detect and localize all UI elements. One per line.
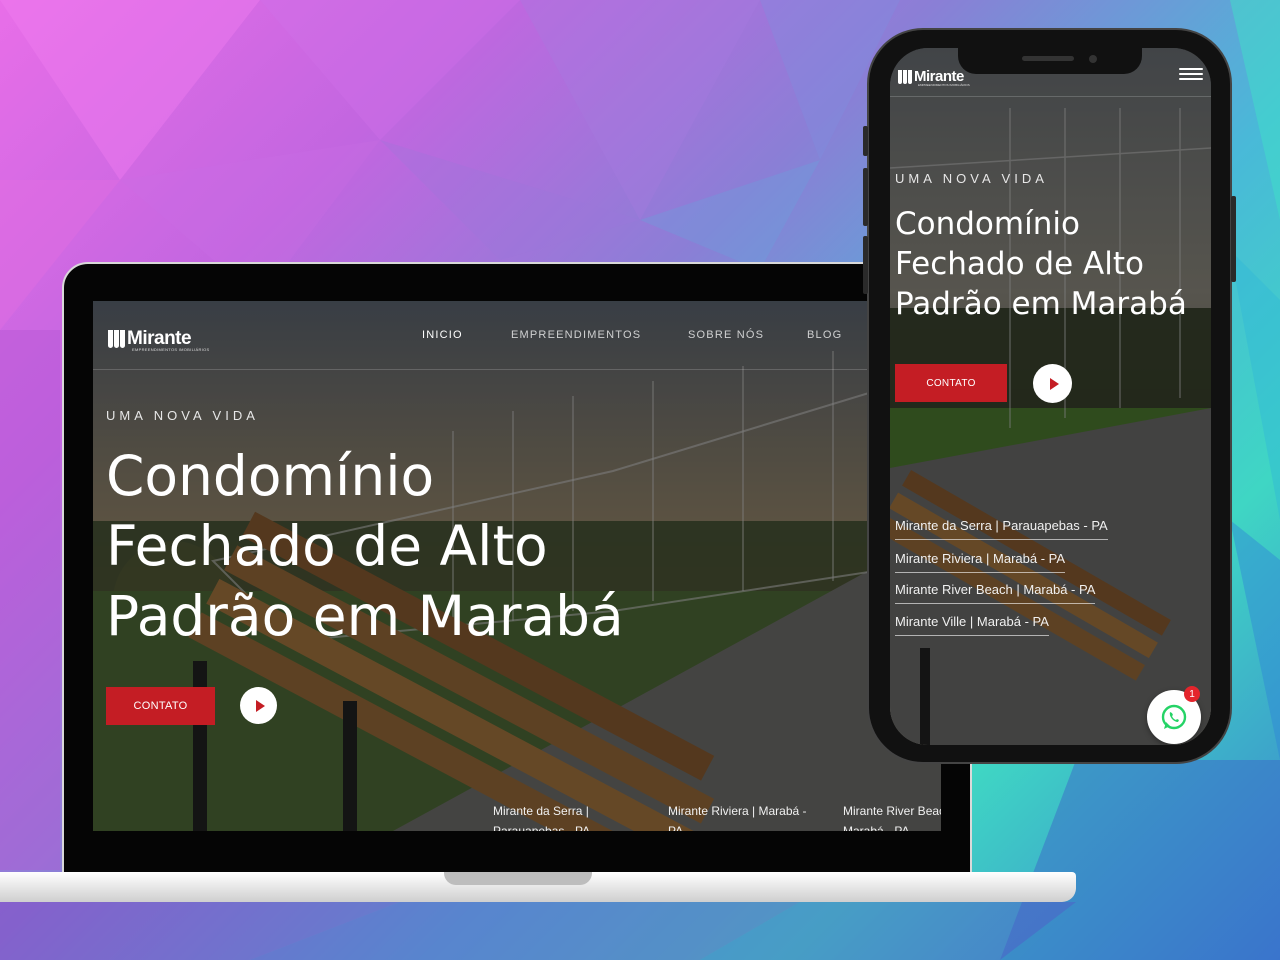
phone-side-button [863, 236, 868, 294]
logo-mark-icon [108, 330, 125, 348]
phone-camera [1089, 55, 1097, 63]
hero-kicker: UMA NOVA VIDA [106, 408, 259, 423]
link-mirante-da-serra[interactable]: Mirante da Serra | Parauapebas - PA [895, 518, 1108, 540]
contact-button[interactable]: CONTATO [895, 364, 1007, 402]
phone-side-button [863, 168, 868, 226]
mirante-logo[interactable]: Mirante EMPREENDIMENTOS IMOBILIÁRIOS [108, 328, 209, 352]
link-mirante-riviera[interactable]: Mirante Riviera | Marabá - PA [668, 801, 816, 831]
phone-side-button [863, 126, 868, 156]
laptop-trackpad-notch [444, 872, 592, 885]
logo-mark-icon [898, 69, 912, 84]
hero-title: Condomínio Fechado de Alto Padrão em Mar… [895, 206, 1187, 322]
top-nav: Mirante EMPREENDIMENTOS IMOBILIÁRIOS INI… [93, 301, 941, 370]
contact-button[interactable]: CONTATO [106, 687, 215, 725]
link-mirante-riviera[interactable]: Mirante Riviera | Marabá - PA [895, 551, 1066, 573]
hero-kicker: UMA NOVA VIDA [895, 171, 1048, 186]
link-mirante-river-beach[interactable]: Mirante River Beach | Marabá - PA [843, 801, 941, 831]
nav-item-blog[interactable]: BLOG [807, 329, 842, 341]
play-icon [1049, 377, 1059, 390]
link-mirante-ville[interactable]: Mirante Ville | Marabá - PA [895, 614, 1049, 636]
phone-speaker [1022, 56, 1074, 61]
nav-item-sobre-nos[interactable]: SOBRE NÓS [688, 329, 764, 341]
phone-screen: Mirante EMPREENDIMENTOS IMOBILIÁRIOS UMA… [890, 48, 1211, 745]
play-video-button[interactable] [240, 687, 277, 724]
mirante-logo[interactable]: Mirante EMPREENDIMENTOS IMOBILIÁRIOS [898, 68, 970, 87]
hero-title: Condomínio Fechado de Alto Padrão em Mar… [106, 444, 624, 648]
link-mirante-da-serra[interactable]: Mirante da Serra | Parauapebas - PA [493, 801, 641, 831]
notification-badge: 1 [1184, 686, 1200, 702]
phone-power-button [1231, 196, 1236, 282]
laptop-screen: Mirante EMPREENDIMENTOS IMOBILIÁRIOS INI… [93, 301, 941, 831]
play-video-button[interactable] [1033, 364, 1072, 403]
hamburger-menu-icon[interactable] [1179, 68, 1203, 82]
play-icon [255, 699, 265, 712]
whatsapp-icon [1161, 704, 1187, 730]
nav-item-empreendimentos[interactable]: EMPREENDIMENTOS [511, 329, 641, 341]
link-mirante-river-beach[interactable]: Mirante River Beach | Marabá - PA [895, 582, 1096, 604]
nav-item-inicio[interactable]: INICIO [422, 329, 463, 341]
